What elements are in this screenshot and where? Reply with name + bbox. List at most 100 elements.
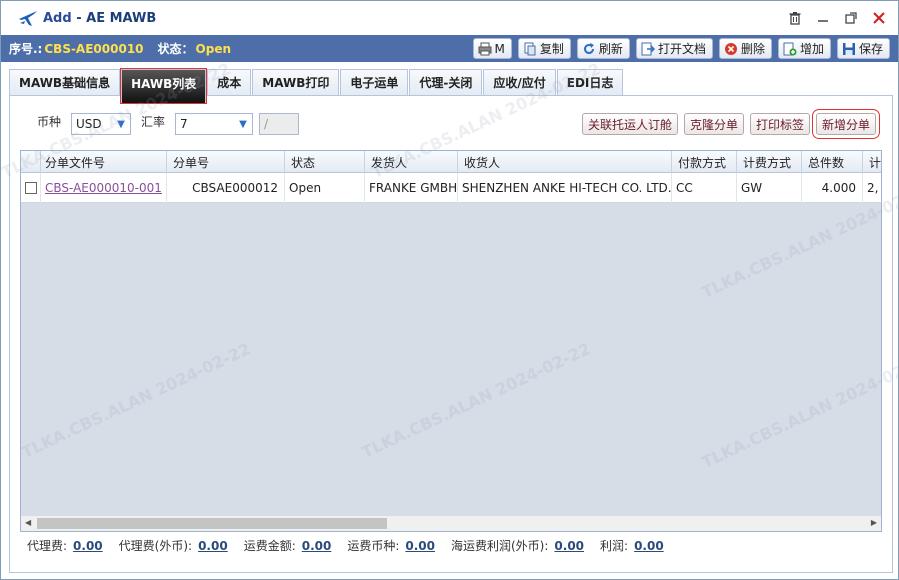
maximize-icon[interactable] <box>842 9 860 27</box>
cell-payment: CC <box>672 173 737 203</box>
freight-amount-value[interactable]: 0.00 <box>302 539 332 553</box>
add-document-icon <box>783 42 797 56</box>
status-value: Open <box>195 41 232 56</box>
save-icon <box>842 42 856 56</box>
cell-hawb-no: CBSAE000012 <box>167 173 285 203</box>
title-name: AE MAWB <box>86 10 157 26</box>
freight-currency-label: 运费币种: <box>347 539 400 553</box>
copy-button[interactable]: 复制 <box>517 38 571 59</box>
chevron-down-icon: ▼ <box>239 118 247 130</box>
delete-label: 删除 <box>740 42 765 56</box>
tab-mawb-print[interactable]: MAWB打印 <box>252 69 340 95</box>
agent-fee-label: 代理费: <box>27 539 68 553</box>
title-separator: - <box>71 10 87 26</box>
tab-mawb-basic-info[interactable]: MAWB基础信息 <box>9 69 121 95</box>
cell-pieces: 4.000 <box>802 173 863 203</box>
print-button[interactable]: M <box>472 38 512 59</box>
header-more[interactable]: 计 <box>863 151 881 173</box>
agent-fee-fc-label: 代理费(外币): <box>118 539 193 553</box>
header-hawb-no[interactable]: 分单号 <box>167 151 285 173</box>
minimize-icon[interactable] <box>814 9 832 27</box>
window-controls <box>786 9 888 27</box>
chevron-down-icon: ▼ <box>117 118 125 130</box>
trash-icon[interactable] <box>786 9 804 27</box>
agent-fee-fc-value[interactable]: 0.00 <box>198 539 228 553</box>
cell-charge-method: GW <box>737 173 802 203</box>
refresh-icon <box>582 42 596 56</box>
open-document-label: 打开文档 <box>657 42 706 56</box>
action-buttons: 关联托运人订舱 克隆分单 打印标签 新增分单 <box>581 109 881 139</box>
tab-cost[interactable]: 成本 <box>207 69 252 95</box>
printer-icon <box>478 42 492 56</box>
copy-label: 复制 <box>539 42 564 56</box>
toolbar: M 复制 刷新 打开文档 删除 增加 保存 <box>472 38 890 59</box>
delete-button[interactable]: 删除 <box>718 38 772 59</box>
header-pieces[interactable]: 总件数 <box>802 151 863 173</box>
new-hawb-button[interactable]: 新增分单 <box>811 109 881 139</box>
currency-value: USD <box>76 117 102 131</box>
tab-edi-log[interactable]: EDI日志 <box>556 69 624 95</box>
freight-amount-label: 运费金额: <box>243 539 296 553</box>
exchange-rate-select[interactable]: 7 ▼ <box>175 113 254 135</box>
close-icon[interactable] <box>870 9 888 27</box>
header-consignee[interactable]: 收货人 <box>458 151 672 173</box>
header-file-no[interactable]: 分单文件号 <box>41 151 167 173</box>
hawb-grid: 分单文件号 分单号 状态 发货人 收货人 付款方式 计费方式 总件数 计 CBS… <box>20 150 882 532</box>
title-mode: Add <box>43 10 72 26</box>
filter-row: 币种 USD ▼ 汇率 7 ▼ / <box>9 113 300 135</box>
clone-hawb-button[interactable]: 克隆分单 <box>683 113 744 135</box>
exchange-rate-extra-field[interactable]: / <box>259 113 300 135</box>
print-label: M <box>494 41 505 56</box>
row-checkbox-cell <box>21 173 41 203</box>
airplane-icon <box>17 7 39 29</box>
delete-icon <box>724 42 738 56</box>
header-payment[interactable]: 付款方式 <box>672 151 737 173</box>
tab-hawb-list[interactable]: HAWB列表 <box>120 68 208 104</box>
cell-more: 2, <box>863 173 881 203</box>
horizontal-scrollbar[interactable]: ◀ ▶ <box>21 516 881 531</box>
table-row[interactable]: CBS-AE000010-001 CBSAE000012 Open FRANKE… <box>21 173 881 203</box>
scroll-right-icon[interactable]: ▶ <box>871 518 877 527</box>
add-button[interactable]: 增加 <box>777 38 831 59</box>
title-bar: Add - AE MAWB <box>1 1 898 35</box>
header-checkbox-col <box>21 151 41 173</box>
profit-value[interactable]: 0.00 <box>634 539 664 553</box>
scroll-left-icon[interactable]: ◀ <box>25 518 31 527</box>
cell-status: Open <box>285 173 365 203</box>
currency-select[interactable]: USD ▼ <box>71 113 132 135</box>
print-label-button[interactable]: 打印标签 <box>749 113 810 135</box>
save-label: 保存 <box>858 42 883 56</box>
exchange-rate-label: 汇率 <box>141 114 166 129</box>
cell-consignee: SHENZHEN ANKE HI-TECH CO. LTD. <box>458 173 672 203</box>
link-shipper-booking-button[interactable]: 关联托运人订舱 <box>581 113 678 135</box>
serial-label: 序号.: <box>9 42 43 56</box>
currency-label: 币种 <box>37 114 62 129</box>
freight-currency-value[interactable]: 0.00 <box>405 539 435 553</box>
open-document-button[interactable]: 打开文档 <box>635 38 713 59</box>
tab-agent-close[interactable]: 代理-关闭 <box>409 69 483 95</box>
window-title: Add - AE MAWB <box>43 11 156 26</box>
main-window: Add - AE MAWB 序号.: CBS-AE000010 状态： Open… <box>0 0 899 580</box>
scrollbar-thumb[interactable] <box>37 518 387 529</box>
status-label: 状态： <box>157 42 194 56</box>
profit-label: 利润: <box>600 539 629 553</box>
sea-profit-label: 海运费利润(外币): <box>451 539 549 553</box>
agent-fee-value[interactable]: 0.00 <box>73 539 103 553</box>
tab-e-waybill[interactable]: 电子运单 <box>340 69 409 95</box>
add-label: 增加 <box>799 42 824 56</box>
sea-profit-value[interactable]: 0.00 <box>554 539 584 553</box>
save-button[interactable]: 保存 <box>836 38 890 59</box>
cell-shipper: FRANKE GMBH <box>365 173 458 203</box>
open-document-icon <box>641 42 655 56</box>
header-charge-method[interactable]: 计费方式 <box>737 151 802 173</box>
cell-file-no[interactable]: CBS-AE000010-001 <box>41 173 167 203</box>
exchange-rate-value: 7 <box>180 117 188 131</box>
grid-header: 分单文件号 分单号 状态 发货人 收货人 付款方式 计费方式 总件数 计 <box>21 151 881 173</box>
row-checkbox[interactable] <box>24 182 37 194</box>
exchange-rate-extra-value: / <box>264 117 269 131</box>
header-status[interactable]: 状态 <box>285 151 365 173</box>
tab-receivable-payable[interactable]: 应收/应付 <box>483 69 556 95</box>
refresh-button[interactable]: 刷新 <box>576 38 630 59</box>
header-shipper[interactable]: 发货人 <box>365 151 458 173</box>
copy-icon <box>523 42 537 56</box>
